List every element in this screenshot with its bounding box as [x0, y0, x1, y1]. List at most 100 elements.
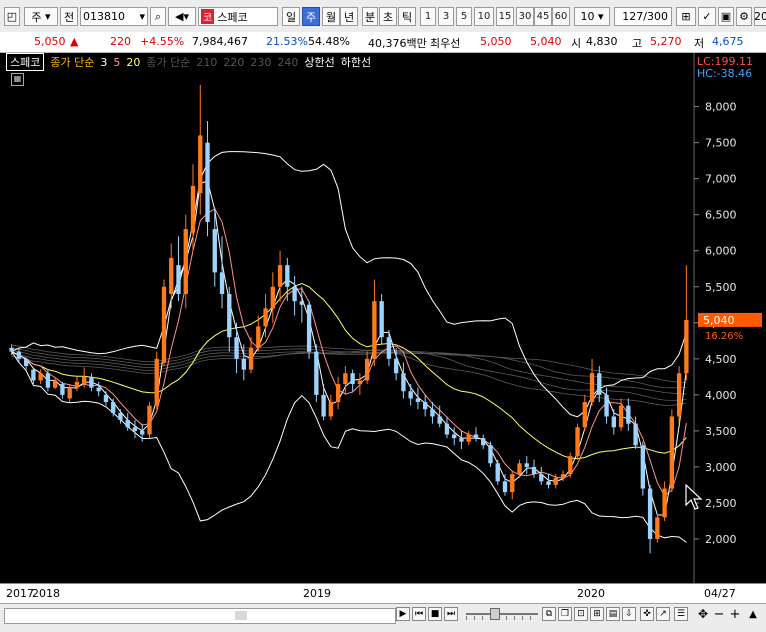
- download-icon[interactable]: ⇩: [622, 607, 636, 621]
- candle-body: [205, 142, 210, 222]
- legend-upper-band[interactable]: 상한선: [304, 54, 334, 70]
- sound-icon[interactable]: ◀▾: [168, 7, 196, 26]
- candle-body: [169, 257, 174, 294]
- candle-body: [212, 229, 217, 273]
- candle-body: [67, 387, 72, 399]
- interval-45[interactable]: 45: [534, 7, 552, 26]
- tick-button[interactable]: 틱: [398, 7, 416, 26]
- legend-ma5[interactable]: 5: [113, 56, 120, 69]
- pan-icon[interactable]: ✥: [696, 607, 710, 621]
- view-icon[interactable]: ⊡: [574, 607, 588, 621]
- interval-15[interactable]: 15: [496, 7, 514, 26]
- legend-ma240[interactable]: 240: [277, 56, 298, 69]
- last-page-icon[interactable]: ⏭: [444, 607, 458, 621]
- candle-body: [328, 402, 334, 417]
- crosshair-icon[interactable]: ✜: [640, 607, 654, 621]
- list-icon[interactable]: ☰: [674, 607, 688, 621]
- change-value: 220: [110, 35, 131, 48]
- candle-body: [452, 434, 457, 439]
- scroll-thumb[interactable]: [235, 611, 247, 620]
- low-price: 4,675: [712, 35, 744, 48]
- candle-body: [379, 301, 384, 338]
- search-icon[interactable]: ⌕: [150, 7, 166, 26]
- truncated-button[interactable]: 20: [754, 7, 766, 26]
- chevron-down-icon[interactable]: ▾: [139, 10, 147, 23]
- candle-body: [684, 319, 689, 374]
- interval-3[interactable]: 3: [438, 7, 454, 26]
- interval-select[interactable]: 10 ▾: [574, 7, 610, 26]
- candle-body: [60, 384, 65, 395]
- window-menu-icon[interactable]: ◰: [4, 7, 20, 26]
- legend-ma-label[interactable]: 종가 단순: [50, 54, 94, 70]
- candle-body: [473, 434, 479, 439]
- gear-icon[interactable]: ⚙: [736, 7, 752, 26]
- bar-count-input[interactable]: 127/300: [614, 7, 672, 26]
- price-chart[interactable]: 8,0007,5007,0006,5006,0005,5005,0004,500…: [0, 53, 766, 603]
- zoom-slider[interactable]: [466, 607, 538, 621]
- zoom-out-icon[interactable]: −: [712, 607, 726, 622]
- legend-lower-band[interactable]: 하한선: [341, 54, 371, 70]
- candle-body: [531, 466, 537, 475]
- price-tick-label: 7,500: [705, 137, 737, 150]
- candle-body: [372, 301, 377, 359]
- prev-button[interactable]: 전: [60, 7, 78, 26]
- indicator-icon[interactable]: ⊞: [676, 7, 696, 26]
- period-year-button[interactable]: 년: [340, 7, 358, 26]
- expand-icon[interactable]: ▲: [746, 607, 760, 621]
- candle-body: [582, 402, 587, 428]
- quote-bar: 5,050 ▲ 220 +4.55% 7,984,467 21.53% 54.4…: [0, 32, 766, 53]
- candle-body: [415, 398, 421, 403]
- legend-ma230[interactable]: 230: [250, 56, 271, 69]
- legend-ma210[interactable]: 210: [196, 56, 217, 69]
- interval-60[interactable]: 60: [552, 7, 570, 26]
- candle-body: [306, 304, 312, 352]
- scroll-right-icon[interactable]: ▶: [396, 607, 410, 621]
- candle-body: [31, 369, 36, 381]
- candlestick-plot[interactable]: 8,0007,5007,0006,5006,0005,5005,0004,500…: [0, 53, 766, 583]
- chart-option-icon[interactable]: ⧉: [542, 607, 556, 621]
- candle-body: [299, 301, 305, 305]
- candle-body: [546, 481, 551, 485]
- zoom-in-icon[interactable]: +: [728, 607, 742, 622]
- interval-select-value: 10: [580, 10, 595, 23]
- first-page-icon[interactable]: ⏮: [412, 607, 426, 621]
- interval-10[interactable]: 10: [474, 7, 494, 26]
- period-week-button[interactable]: 주: [302, 7, 320, 26]
- legend-ma220[interactable]: 220: [223, 56, 244, 69]
- price-tick-label: 4,000: [705, 389, 737, 402]
- candle-body: [589, 373, 595, 403]
- open-label: 시: [571, 37, 582, 50]
- x-label-2020: 2020: [577, 587, 605, 600]
- candle-body: [227, 293, 232, 338]
- stock-name-field[interactable]: 코 스페코: [198, 7, 278, 26]
- print-icon[interactable]: ▤: [606, 607, 620, 621]
- horizontal-scrollbar[interactable]: [4, 608, 396, 624]
- trend-icon[interactable]: ↗: [656, 607, 670, 621]
- period-select[interactable]: 주 ▾: [24, 7, 58, 26]
- period-month-button[interactable]: 월: [322, 7, 340, 26]
- legend-stock-name[interactable]: 스페코: [6, 53, 45, 71]
- second-button[interactable]: 초: [379, 7, 397, 26]
- candle-body: [495, 463, 500, 482]
- compare-icon[interactable]: ⊞: [590, 607, 604, 621]
- legend-ma20[interactable]: 20: [126, 56, 140, 69]
- legend-ma-long-label[interactable]: 종가 단순: [146, 54, 190, 70]
- candle-body: [118, 412, 123, 421]
- stock-code-input[interactable]: 013810 ▾: [80, 7, 148, 26]
- save-icon[interactable]: ▣: [718, 7, 734, 26]
- interval-5[interactable]: 5: [456, 7, 472, 26]
- ask-price: 5,050: [480, 35, 512, 48]
- legend-ma3[interactable]: 3: [100, 56, 107, 69]
- copy-icon[interactable]: ❐: [558, 607, 572, 621]
- interval-30[interactable]: 30: [516, 7, 534, 26]
- change-percent: +4.55%: [140, 35, 185, 48]
- candle-body: [82, 376, 87, 385]
- candle-body: [343, 373, 348, 385]
- interval-1[interactable]: 1: [420, 7, 436, 26]
- chart-type-icon[interactable]: ✓: [698, 7, 716, 26]
- minute-button[interactable]: 분: [362, 7, 378, 26]
- stop-icon[interactable]: ■: [428, 607, 442, 621]
- hc-label: HC:-38.46: [697, 67, 752, 80]
- grid-icon[interactable]: ▦: [11, 73, 24, 86]
- period-day-button[interactable]: 일: [282, 7, 300, 26]
